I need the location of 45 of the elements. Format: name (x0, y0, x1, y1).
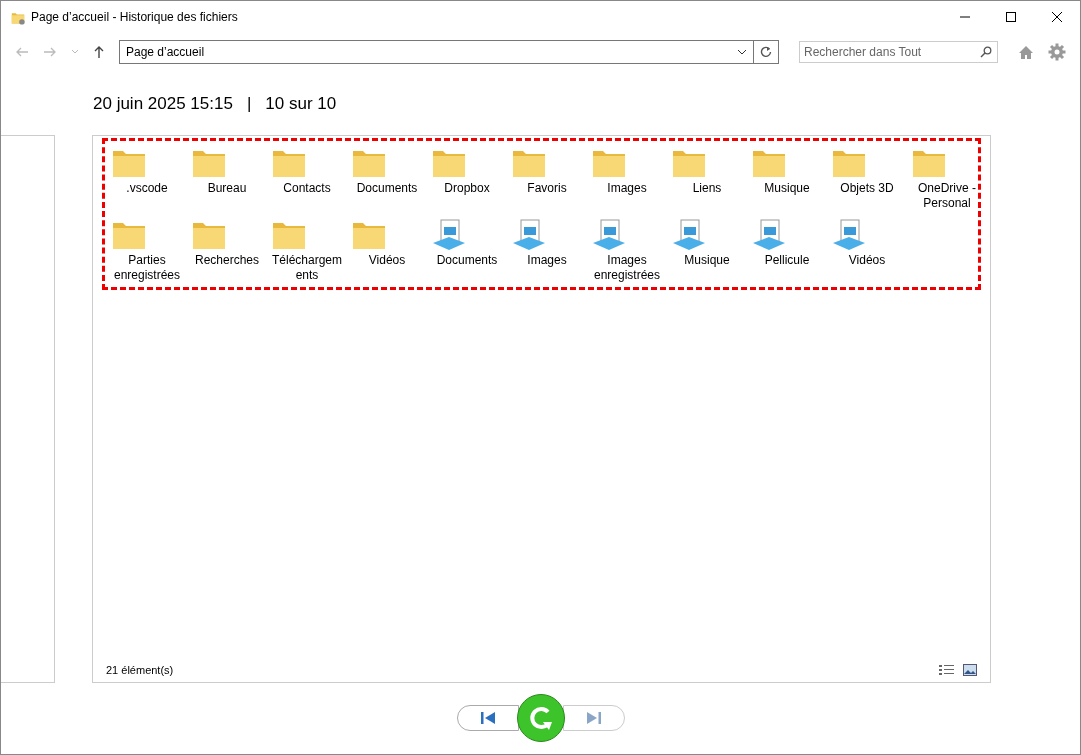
item-label[interactable]: Vidéos (351, 253, 423, 268)
item-label[interactable]: Images enregistrées (591, 253, 663, 283)
item-label[interactable]: Documents (431, 253, 503, 268)
search-field[interactable]: Rechercher dans Tout (799, 41, 998, 63)
item-label[interactable]: Images (591, 181, 663, 196)
item-label[interactable]: Documents (351, 181, 423, 196)
item-label[interactable]: Pellicule (751, 253, 823, 268)
item-label[interactable]: .vscode (111, 181, 183, 196)
item-label[interactable]: Objets 3D (831, 181, 903, 196)
window-title: Page d’accueil - Historique des fichiers (31, 9, 238, 26)
next-version-button[interactable] (562, 705, 625, 731)
item-label[interactable]: OneDrive - Personal (911, 181, 983, 211)
forward-icon[interactable] (43, 46, 57, 58)
pipe-character: | (246, 93, 252, 115)
address-field[interactable]: Page d’accueil (119, 40, 754, 64)
snapshot-position: 10 sur 10 (265, 93, 337, 115)
home-icon[interactable] (1018, 44, 1034, 60)
refresh-button[interactable] (753, 40, 779, 64)
item-label[interactable]: Musique (671, 253, 743, 268)
search-icon (980, 46, 992, 58)
refresh-icon (759, 46, 772, 58)
item-label[interactable]: Dropbox (431, 181, 503, 196)
settings-icon[interactable] (1048, 43, 1066, 61)
item-label[interactable]: Liens (671, 181, 743, 196)
details-view-icon[interactable] (939, 663, 955, 676)
item-label[interactable]: Favoris (511, 181, 583, 196)
previous-version-button[interactable] (456, 705, 519, 731)
item-label[interactable]: Images (511, 253, 583, 268)
large-icons-view-icon[interactable] (963, 663, 977, 676)
item-label[interactable]: Parties enregistrées (111, 253, 183, 283)
item-count: 21 élément(s) (106, 662, 174, 678)
next-version-icon (585, 712, 602, 724)
item-label[interactable]: Vidéos (831, 253, 903, 268)
previous-version-icon (479, 712, 496, 724)
snapshot-date: 20 juin 2025 15:15 (93, 93, 233, 115)
back-icon[interactable] (15, 46, 29, 58)
up-icon[interactable] (93, 45, 105, 59)
restore-button[interactable] (516, 694, 565, 742)
item-label[interactable]: Contacts (271, 181, 343, 196)
dropdown-icon[interactable] (71, 49, 79, 55)
item-label[interactable]: Bureau (191, 181, 263, 196)
chevron-down-icon (736, 49, 747, 55)
item-label[interactable]: Musique (751, 181, 823, 196)
item-label[interactable]: Recherches (191, 253, 263, 268)
item-label[interactable]: Téléchargements (271, 253, 343, 283)
